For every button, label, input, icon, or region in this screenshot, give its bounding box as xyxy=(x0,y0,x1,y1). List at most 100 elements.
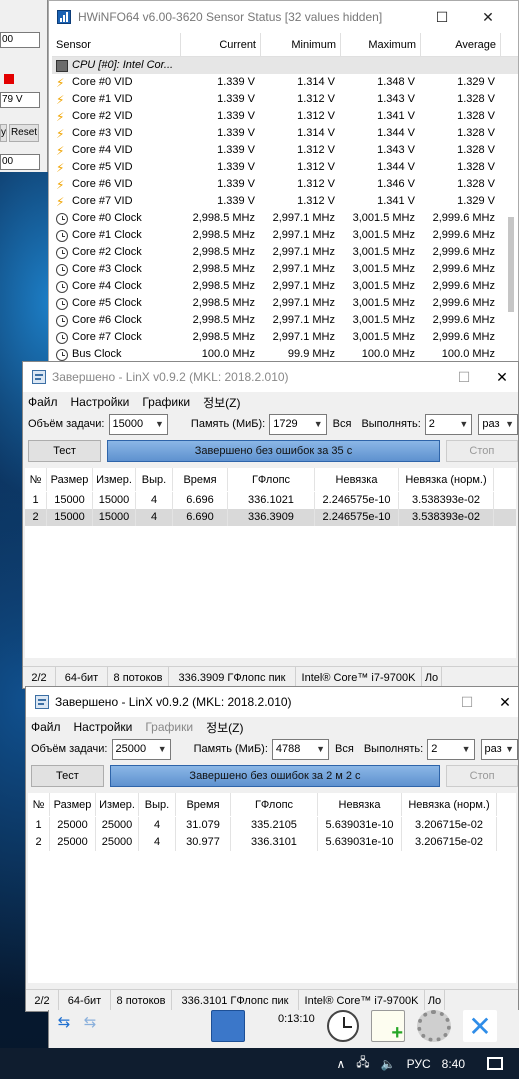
column-minimum[interactable]: Minimum xyxy=(261,33,341,57)
column-sensor[interactable]: Sensor xyxy=(52,33,181,57)
table-cell: 5.639031e-10 xyxy=(318,817,402,834)
all-memory-label[interactable]: Вся xyxy=(335,743,354,755)
column-header[interactable]: ГФлопс xyxy=(231,793,318,816)
column-header[interactable]: Невязка (норм.) xyxy=(402,793,497,816)
column-header[interactable]: Время xyxy=(176,793,231,816)
sensor-row[interactable]: Core #6 VID 1.339 V 1.312 V 1.346 V 1.328 V xyxy=(52,176,518,194)
sensor-row[interactable]: Core #2 Clock 2,998.5 MHz 2,997.1 MHz 3,001… xyxy=(52,244,518,261)
column-header[interactable]: № xyxy=(25,468,47,491)
column-header[interactable]: Размер xyxy=(50,793,96,816)
column-header[interactable]: Размер xyxy=(47,468,93,491)
hwinfo-scrollbar[interactable] xyxy=(506,57,516,357)
times-select[interactable]: раз ▼ xyxy=(480,738,518,760)
sensor-row[interactable]: Core #1 VID 1.339 V 1.312 V 1.343 V 1.328 V xyxy=(52,91,518,109)
hwinfo-titlebar[interactable]: HWiNFO64 v6.00-3620 Sensor Status [32 va… xyxy=(49,1,518,33)
background-field-3[interactable]: 00 xyxy=(0,154,40,170)
all-memory-label[interactable]: Вся xyxy=(333,418,352,430)
sensor-row[interactable]: Core #1 Clock 2,998.5 MHz 2,997.1 MHz 3,001… xyxy=(52,227,518,244)
new-log-icon[interactable] xyxy=(371,1010,405,1045)
column-header[interactable]: Невязка xyxy=(318,793,402,816)
maximize-icon[interactable]: ☐ xyxy=(444,687,490,717)
close-icon[interactable]: ✕ xyxy=(465,1,511,33)
language-indicator[interactable]: РУС xyxy=(407,1057,431,1071)
memory-select[interactable]: 4788 ▼ xyxy=(271,738,330,760)
table-row[interactable]: 1 15000 15000 4 6.696 336.1021 2.246575e-10 3.5… xyxy=(25,492,516,509)
reset-button[interactable]: Reset xyxy=(9,124,39,142)
sensor-row[interactable]: Core #3 VID 1.339 V 1.314 V 1.344 V 1.328 V xyxy=(52,125,518,143)
test-button[interactable]: Тест xyxy=(28,440,102,462)
clock-icon[interactable] xyxy=(327,1010,359,1042)
background-field-2[interactable]: 79 V xyxy=(0,92,40,108)
column-header[interactable]: ГФлопс xyxy=(228,468,315,491)
menu-file[interactable]: Файл xyxy=(31,720,61,734)
times-select[interactable]: раз ▼ xyxy=(478,413,518,435)
column-header[interactable]: Невязка (норм.) xyxy=(399,468,494,491)
sensor-current: 1.339 V xyxy=(217,161,255,173)
sensor-row[interactable]: Core #7 Clock 2,998.5 MHz 2,997.1 MHz 3,001… xyxy=(52,329,518,346)
menu-file[interactable]: Файл xyxy=(28,395,58,409)
background-button[interactable]: y xyxy=(0,124,7,142)
test-button[interactable]: Тест xyxy=(31,765,104,787)
close-icon[interactable]: ✕ xyxy=(490,687,519,717)
close-icon[interactable]: ✕ xyxy=(487,362,517,392)
column-average[interactable]: Average xyxy=(421,33,501,57)
table-row[interactable]: 2 25000 25000 4 30.977 336.3101 5.639031e-10 3.… xyxy=(28,834,516,851)
background-field-1[interactable]: 00 xyxy=(0,32,40,48)
memory-select[interactable]: 1729 ▼ xyxy=(269,413,327,435)
scrollbar-thumb[interactable] xyxy=(508,217,514,312)
sensor-name-cell: Core #1 Clock xyxy=(52,227,181,244)
close-icon[interactable]: ✕ xyxy=(463,1010,497,1042)
stop-button[interactable]: Стоп xyxy=(445,440,518,462)
menu-info[interactable]: 정보(Z) xyxy=(206,719,243,736)
run-count-select[interactable]: 2 ▼ xyxy=(424,413,473,435)
sensor-row[interactable]: Core #5 VID 1.339 V 1.312 V 1.344 V 1.328 V xyxy=(52,159,518,177)
volume-icon[interactable]: 🔈 xyxy=(381,1057,396,1071)
maximize-icon[interactable]: ☐ xyxy=(419,1,465,33)
notification-icon[interactable] xyxy=(487,1057,503,1070)
sensor-row[interactable]: Core #3 Clock 2,998.5 MHz 2,997.1 MHz 3,001… xyxy=(52,261,518,278)
clock-icon xyxy=(56,297,68,310)
sensor-row[interactable]: Core #4 Clock 2,998.5 MHz 2,997.1 MHz 3,001… xyxy=(52,278,518,295)
sensor-row[interactable]: Core #7 VID 1.339 V 1.312 V 1.341 V 1.329 V xyxy=(52,193,518,211)
run-count-select[interactable]: 2 ▼ xyxy=(427,738,475,760)
column-header[interactable]: Измер. xyxy=(96,793,139,816)
network-icon[interactable]: 🖧 xyxy=(356,1053,369,1074)
stop-button[interactable]: Стоп xyxy=(446,765,518,787)
table-row[interactable]: 1 25000 25000 4 31.079 335.2105 5.639031e-10 3.… xyxy=(28,817,516,834)
arrows-left-right-icon[interactable]: ⇆ xyxy=(53,1012,75,1032)
column-header[interactable]: Выр. xyxy=(136,468,173,491)
menu-settings[interactable]: Настройки xyxy=(71,395,130,409)
linx-titlebar[interactable]: Завершено - LinX v0.9.2 (MKL: 2018.2.010… xyxy=(23,362,518,392)
menu-graphs[interactable]: Графики xyxy=(142,395,190,409)
column-maximum[interactable]: Maximum xyxy=(341,33,421,57)
computer-icon[interactable] xyxy=(211,1010,245,1042)
menu-graphs[interactable]: Графики xyxy=(145,720,193,734)
arrows-collapse-icon[interactable]: ⇆ xyxy=(79,1012,101,1032)
menu-info[interactable]: 정보(Z) xyxy=(203,394,240,411)
column-header[interactable]: Невязка xyxy=(315,468,399,491)
sensor-row[interactable]: Core #0 VID 1.339 V 1.314 V 1.348 V 1.329 V xyxy=(52,74,518,92)
column-header[interactable]: № xyxy=(28,793,50,816)
size-select[interactable]: 25000 ▼ xyxy=(111,738,171,760)
maximize-icon[interactable]: ☐ xyxy=(441,362,487,392)
taskbar-clock[interactable]: 8:40 xyxy=(442,1057,465,1071)
column-header[interactable]: Выр. xyxy=(139,793,176,816)
sensor-group-row[interactable]: CPU [#0]: Intel Cor... xyxy=(52,57,518,74)
menu-settings[interactable]: Настройки xyxy=(74,720,133,734)
sensor-row[interactable]: Core #4 VID 1.339 V 1.312 V 1.343 V 1.328 V xyxy=(52,142,518,160)
column-current[interactable]: Current xyxy=(181,33,261,57)
chevron-up-icon[interactable]: ∧ xyxy=(336,1057,345,1071)
sensor-row[interactable]: Core #2 VID 1.339 V 1.312 V 1.341 V 1.328 V xyxy=(52,108,518,126)
size-select[interactable]: 15000 ▼ xyxy=(108,413,168,435)
column-header[interactable]: Время xyxy=(173,468,228,491)
sensor-row[interactable]: Core #5 Clock 2,998.5 MHz 2,997.1 MHz 3,001… xyxy=(52,295,518,312)
gear-icon[interactable] xyxy=(417,1010,451,1042)
size-label: Объём задачи: xyxy=(28,418,105,430)
column-header[interactable]: Измер. xyxy=(93,468,136,491)
sensor-row[interactable]: Core #6 Clock 2,998.5 MHz 2,997.1 MHz 3,001… xyxy=(52,312,518,329)
linx-titlebar[interactable]: Завершено - LinX v0.9.2 (MKL: 2018.2.010… xyxy=(26,687,518,717)
table-cell: 31.079 xyxy=(176,817,231,834)
sensor-row[interactable]: Core #0 Clock 2,998.5 MHz 2,997.1 MHz 3,001… xyxy=(52,210,518,227)
sensor-average: 2,999.6 MHz xyxy=(432,297,495,309)
table-row[interactable]: 2 15000 15000 4 6.690 336.3909 2.246575e-10 3.5… xyxy=(25,509,516,526)
